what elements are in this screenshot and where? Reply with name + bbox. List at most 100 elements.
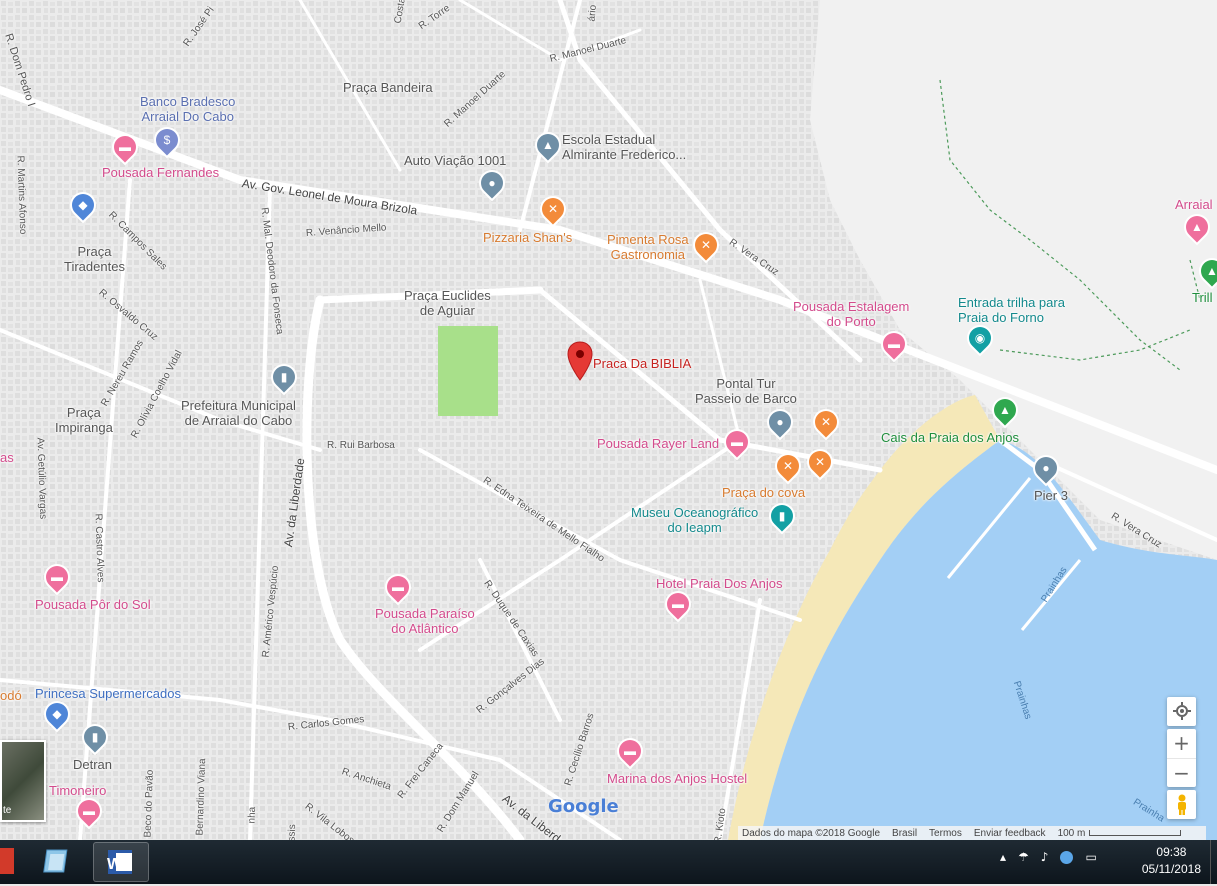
- shopping-pin-icon[interactable]: ◆: [67, 189, 98, 220]
- place-label[interactable]: Praça Impiranga: [55, 405, 113, 435]
- taskbar-clock[interactable]: 09:38 05/11/2018: [1142, 844, 1201, 878]
- place-label[interactable]: Pousada Pôr do Sol: [35, 597, 151, 612]
- windows-start-icon[interactable]: [0, 848, 14, 874]
- bank-pin-icon[interactable]: $: [151, 124, 182, 155]
- place-label[interactable]: Banco Bradesco Arraial Do Cabo: [140, 94, 235, 124]
- place-label[interactable]: Praça Bandeira: [343, 80, 433, 95]
- google-logo[interactable]: Google: [548, 796, 619, 817]
- lodging-pin-icon[interactable]: ▬: [721, 426, 752, 457]
- lodging-pin-icon[interactable]: ▬: [73, 795, 104, 826]
- thumbnail-label: te: [3, 805, 11, 816]
- lodging-pin-icon[interactable]: ▬: [878, 328, 909, 359]
- place-label[interactable]: as: [0, 450, 14, 465]
- place-label[interactable]: Praça do cova: [722, 485, 805, 500]
- street-view-button[interactable]: [1167, 790, 1196, 819]
- poi-pin-icon[interactable]: ●: [1030, 452, 1061, 483]
- word-taskbar-button[interactable]: W: [93, 842, 149, 882]
- place-label[interactable]: Cais da Praia dos Anjos: [881, 430, 1019, 445]
- feedback-link[interactable]: Enviar feedback: [974, 828, 1046, 839]
- hiking-pin-icon[interactable]: ▲: [1181, 211, 1212, 242]
- food-pin-icon[interactable]: ✕: [537, 193, 568, 224]
- attribution-bar: Dados do mapa ©2018 Google Brasil Termos…: [738, 826, 1206, 840]
- scale-bar: [1089, 830, 1181, 836]
- selected-place-label[interactable]: Praca Da BIBLIA: [593, 356, 691, 371]
- museum-pin-icon[interactable]: ▮: [766, 500, 797, 531]
- place-label[interactable]: Entrada trilha para Praia do Forno: [958, 295, 1065, 325]
- clock-time: 09:38: [1142, 844, 1201, 861]
- place-label[interactable]: Auto Viação 1001: [404, 153, 506, 168]
- street-label: nha: [247, 807, 259, 824]
- street-label: ário: [587, 4, 599, 22]
- food-pin-icon[interactable]: ✕: [690, 229, 721, 260]
- lodging-pin-icon[interactable]: ▬: [41, 561, 72, 592]
- zoom-controls: + −: [1167, 729, 1196, 787]
- street-label: R. Castro Alves: [93, 513, 106, 582]
- volume-icon[interactable]: ♪: [1041, 850, 1049, 864]
- government-pin-icon[interactable]: ▮: [268, 361, 299, 392]
- place-label[interactable]: Praça Tiradentes: [64, 244, 125, 274]
- place-label[interactable]: Pousada Paraíso do Atlântico: [375, 606, 475, 636]
- show-desktop-button[interactable]: [1210, 840, 1217, 884]
- place-label[interactable]: Prefeitura Municipal de Arraial do Cabo: [181, 398, 296, 428]
- lodging-pin-icon[interactable]: ▬: [109, 131, 140, 162]
- lodging-pin-icon[interactable]: ▬: [662, 588, 693, 619]
- clock-date: 05/11/2018: [1142, 861, 1201, 878]
- show-hidden-icons-icon[interactable]: ▴: [1000, 850, 1006, 864]
- food-pin-icon[interactable]: ✕: [810, 406, 841, 437]
- place-label[interactable]: Hotel Praia Dos Anjos: [656, 576, 782, 591]
- place-label[interactable]: Escola Estadual Almirante Frederico...: [562, 132, 686, 162]
- place-label[interactable]: Pousada Fernandes: [102, 165, 219, 180]
- my-location-button[interactable]: [1167, 697, 1196, 726]
- place-label[interactable]: odó: [0, 688, 22, 703]
- system-tray: ▴ ☂ ♪ ▭: [1000, 850, 1097, 864]
- country-link[interactable]: Brasil: [892, 828, 917, 839]
- satellite-thumbnail[interactable]: te: [0, 740, 46, 822]
- scale-label[interactable]: 100 m: [1058, 828, 1086, 839]
- government-pin-icon[interactable]: ▮: [79, 721, 110, 752]
- place-label[interactable]: Pimenta Rosa Gastronomia: [607, 232, 689, 262]
- place-label[interactable]: Timoneiro: [49, 783, 106, 798]
- bus-pin-icon[interactable]: ●: [476, 167, 507, 198]
- brand-label: Google: [548, 796, 619, 817]
- place-label[interactable]: Museu Oceanográfico do Ieapm: [631, 505, 758, 535]
- terms-link[interactable]: Termos: [929, 828, 962, 839]
- zoom-in-button[interactable]: +: [1167, 729, 1196, 759]
- taskbar: W ▴ ☂ ♪ ▭ 09:38 05/11/2018: [0, 840, 1217, 884]
- place-label[interactable]: Pizzaria Shan's: [483, 230, 572, 245]
- lodging-pin-icon[interactable]: ▬: [614, 735, 645, 766]
- action-center-icon[interactable]: ▭: [1085, 850, 1096, 864]
- zoom-out-button[interactable]: −: [1167, 759, 1196, 787]
- pegman-icon: [1175, 794, 1189, 816]
- map-canvas[interactable]: te Praca Da BIBLIA ▬ $ ◆ ▲ ● ✕ ✕ ▬ ◉ ▲ ▲…: [0, 0, 1217, 840]
- lodging-pin-icon[interactable]: ▬: [382, 571, 413, 602]
- locate-icon: [1173, 702, 1191, 720]
- location-pin-icon: [567, 340, 593, 382]
- street-label: ssis: [287, 824, 299, 840]
- park-pin-icon[interactable]: ▲: [989, 394, 1020, 425]
- shopping-pin-icon[interactable]: ◆: [41, 698, 72, 729]
- school-pin-icon[interactable]: ▲: [532, 129, 563, 160]
- street-label: R. Rui Barbosa: [327, 440, 395, 451]
- food-pin-icon[interactable]: ✕: [772, 450, 803, 481]
- place-label[interactable]: Princesa Supermercados: [35, 686, 181, 701]
- place-label[interactable]: Detran: [73, 757, 112, 772]
- place-label[interactable]: Pousada Estalagem do Porto: [793, 299, 909, 329]
- globe-icon[interactable]: [1060, 851, 1073, 864]
- poi-pin-icon[interactable]: ●: [764, 406, 795, 437]
- word-icon: W: [94, 843, 148, 881]
- place-label[interactable]: Trill: [1192, 290, 1212, 305]
- place-label[interactable]: Marina dos Anjos Hostel: [607, 771, 747, 786]
- place-label[interactable]: Pousada Rayer Land: [597, 436, 719, 451]
- explorer-icon: [32, 842, 86, 880]
- network-icon[interactable]: ☂: [1018, 850, 1029, 864]
- svg-text:W: W: [107, 856, 123, 873]
- food-pin-icon[interactable]: ✕: [804, 446, 835, 477]
- camera-pin-icon[interactable]: ◉: [964, 322, 995, 353]
- place-label[interactable]: Pontal Tur Passeio de Barco: [695, 376, 797, 406]
- place-label[interactable]: Pier 3: [1034, 488, 1068, 503]
- place-label[interactable]: Praça Euclides de Aguiar: [404, 288, 491, 318]
- place-label[interactable]: Arraial: [1175, 197, 1213, 212]
- map-data-attribution: Dados do mapa ©2018 Google: [742, 828, 880, 839]
- selected-place-marker[interactable]: [567, 340, 593, 387]
- explorer-taskbar-button[interactable]: [32, 842, 86, 880]
